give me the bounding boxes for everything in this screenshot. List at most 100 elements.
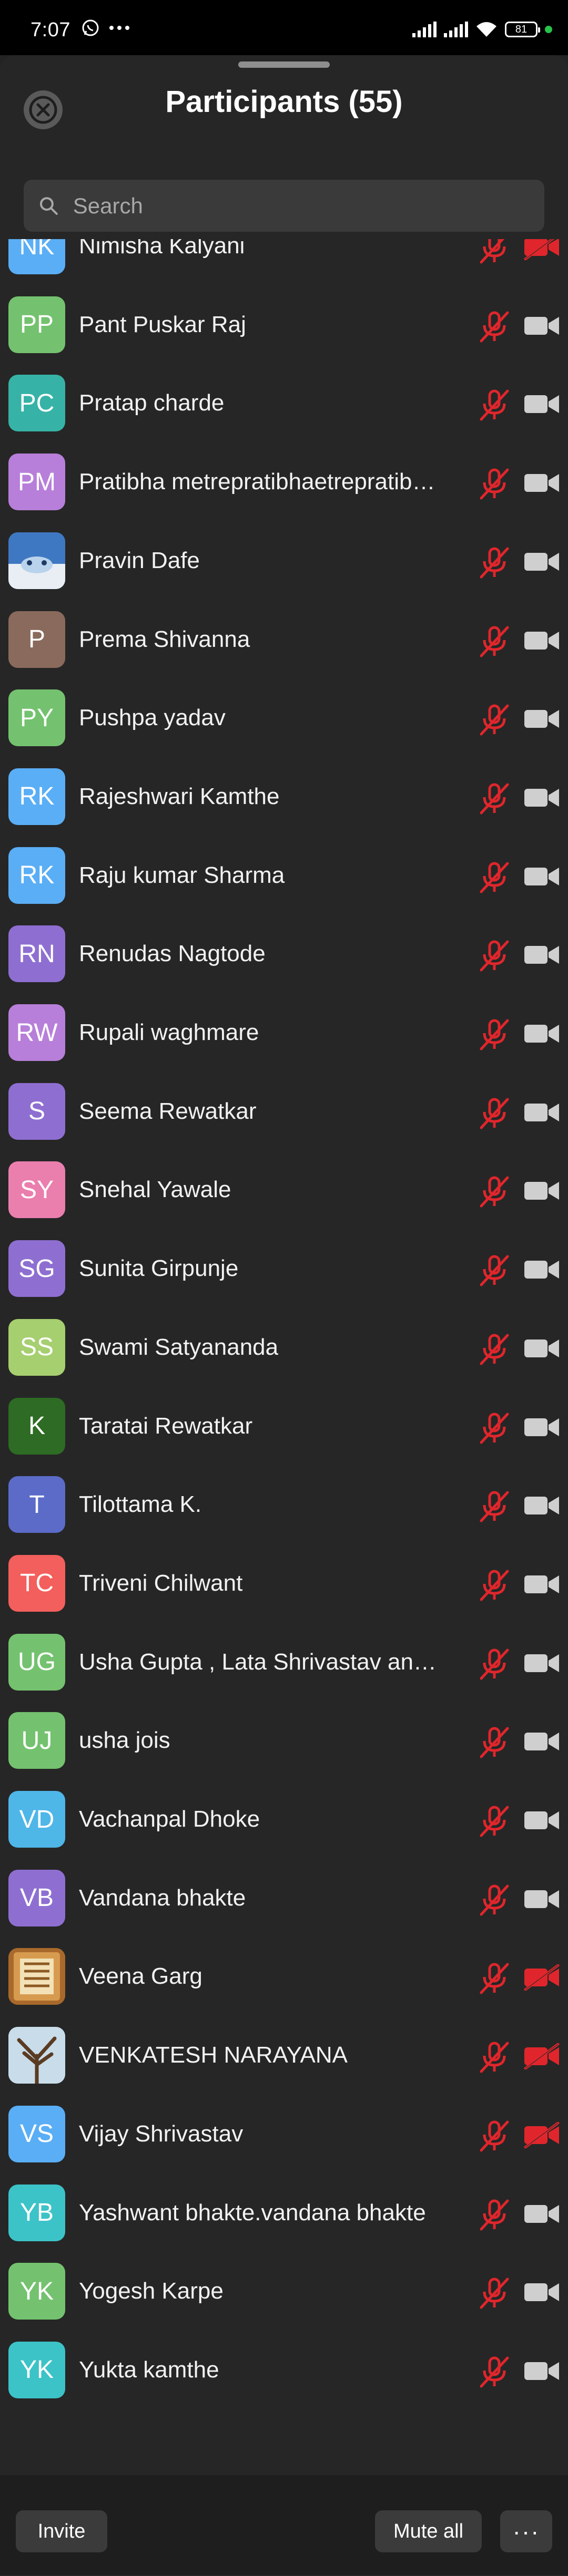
mic-muted-icon[interactable]: [476, 702, 513, 741]
camera-off-icon[interactable]: [523, 1964, 561, 1993]
mic-muted-icon[interactable]: [476, 780, 513, 820]
camera-icon[interactable]: [523, 942, 561, 971]
participant-row[interactable]: PY Pushpa yadav: [0, 679, 568, 758]
mic-muted-icon[interactable]: [476, 1960, 513, 2000]
mic-muted-icon[interactable]: [476, 1410, 513, 1449]
participant-row[interactable]: S Seema Rewatkar: [0, 1073, 568, 1152]
mic-muted-icon[interactable]: [476, 1724, 513, 1764]
avatar-initials: K: [8, 1397, 65, 1455]
mic-muted-icon[interactable]: [476, 308, 513, 348]
camera-icon[interactable]: [523, 1335, 561, 1364]
participant-row[interactable]: SS Swami Satyananda: [0, 1309, 568, 1388]
more-options-button[interactable]: ···: [500, 2510, 552, 2552]
participant-row[interactable]: UG Usha Gupta , Lata Shrivastav and…: [0, 1624, 568, 1703]
drag-handle[interactable]: [238, 61, 330, 68]
camera-icon[interactable]: [523, 1728, 561, 1757]
participant-row[interactable]: VB Vandana bhakte: [0, 1860, 568, 1939]
mic-muted-icon[interactable]: [476, 1173, 513, 1213]
mic-muted-icon[interactable]: [476, 239, 513, 269]
camera-icon[interactable]: [523, 863, 561, 892]
camera-icon[interactable]: [523, 785, 561, 813]
participant-name: Tilottama K.: [79, 1491, 202, 1518]
mic-muted-icon[interactable]: [476, 1095, 513, 1135]
camera-off-icon[interactable]: [523, 2121, 561, 2151]
camera-icon[interactable]: [523, 1807, 561, 1836]
mic-muted-icon[interactable]: [476, 1252, 513, 1292]
camera-icon[interactable]: [523, 2358, 561, 2387]
participant-row[interactable]: Pravin Dafe: [0, 522, 568, 601]
participant-row[interactable]: NK Nimisha Kalyani: [0, 239, 568, 286]
participant-list[interactable]: NK Nimisha Kalyani PP Pant Puskar Raj PC Prat…: [0, 239, 568, 2475]
mic-muted-icon[interactable]: [476, 387, 513, 426]
camera-icon[interactable]: [523, 1414, 561, 1443]
camera-icon[interactable]: [523, 470, 561, 499]
participant-row[interactable]: PM Pratibha metrepratibhaetrepratib…: [0, 444, 568, 522]
camera-icon[interactable]: [523, 627, 561, 656]
camera-icon[interactable]: [523, 549, 561, 578]
participant-row[interactable]: UJ usha jois: [0, 1702, 568, 1781]
mic-muted-icon[interactable]: [476, 2197, 513, 2236]
mic-muted-icon[interactable]: [476, 1016, 513, 1056]
camera-icon[interactable]: [523, 1256, 561, 1285]
participant-row[interactable]: Veena Garg: [0, 1938, 568, 2017]
camera-icon[interactable]: [523, 1571, 561, 1600]
mute-all-button[interactable]: Mute all: [375, 2510, 482, 2552]
participant-row[interactable]: RW Rupali waghmare: [0, 994, 568, 1073]
camera-icon[interactable]: [523, 1178, 561, 1207]
page-title: Participants (55): [165, 85, 403, 119]
participant-row[interactable]: YK Yogesh Karpe: [0, 2253, 568, 2332]
mic-muted-icon[interactable]: [476, 623, 513, 663]
participant-name: Vijay Shrivastav: [79, 2120, 244, 2147]
mic-muted-icon[interactable]: [476, 2039, 513, 2078]
search-input[interactable]: [72, 192, 544, 219]
mic-muted-icon[interactable]: [476, 466, 513, 505]
participant-row[interactable]: K Taratai Rewatkar: [0, 1388, 568, 1467]
camera-icon[interactable]: [523, 706, 561, 735]
invite-button[interactable]: Invite: [16, 2510, 107, 2552]
camera-icon[interactable]: [523, 2201, 561, 2230]
participant-row[interactable]: VD Vachanpal Dhoke: [0, 1781, 568, 1860]
camera-icon[interactable]: [523, 391, 561, 420]
participant-row[interactable]: YK Yukta kamthe: [0, 2332, 568, 2410]
signal-icon: [412, 22, 437, 37]
mic-muted-icon[interactable]: [476, 1646, 513, 1685]
participant-row[interactable]: TC Triveni Chilwant: [0, 1545, 568, 1624]
mic-muted-icon[interactable]: [476, 937, 513, 977]
camera-off-icon[interactable]: [523, 2043, 561, 2072]
mic-muted-icon[interactable]: [476, 2275, 513, 2314]
participant-row[interactable]: RK Rajeshwari Kamthe: [0, 758, 568, 837]
participant-row[interactable]: RN Renudas Nagtode: [0, 915, 568, 994]
mic-muted-icon[interactable]: [476, 1803, 513, 1842]
mic-muted-icon[interactable]: [476, 1488, 513, 1528]
camera-icon[interactable]: [523, 1099, 561, 1128]
search-bar[interactable]: [24, 180, 544, 232]
mic-muted-icon[interactable]: [476, 2118, 513, 2157]
avatar-initials: RN: [8, 925, 65, 983]
participant-row[interactable]: YB Yashwant bhakte.vandana bhakte: [0, 2175, 568, 2253]
mic-muted-icon[interactable]: [476, 2354, 513, 2393]
camera-icon[interactable]: [523, 313, 561, 342]
mic-muted-icon[interactable]: [476, 1567, 513, 1606]
participant-row[interactable]: T Tilottama K.: [0, 1466, 568, 1545]
mic-muted-icon[interactable]: [476, 1882, 513, 1921]
camera-icon[interactable]: [523, 1650, 561, 1679]
camera-icon[interactable]: [523, 1886, 561, 1915]
mic-muted-icon[interactable]: [476, 544, 513, 584]
camera-off-icon[interactable]: [523, 239, 561, 263]
participant-row[interactable]: VENKATESH NARAYANA: [0, 2017, 568, 2096]
participant-name: Swami Satyananda: [79, 1334, 279, 1360]
participant-row[interactable]: P Prema Shivanna: [0, 601, 568, 680]
participant-row[interactable]: SG Sunita Girpunje: [0, 1230, 568, 1309]
participant-row[interactable]: PP Pant Puskar Raj: [0, 286, 568, 365]
participant-row[interactable]: VS Vijay Shrivastav: [0, 2096, 568, 2175]
camera-icon[interactable]: [523, 2279, 561, 2308]
camera-icon[interactable]: [523, 1492, 561, 1521]
participant-row[interactable]: SY Snehal Yawale: [0, 1151, 568, 1230]
participant-row[interactable]: RK Raju kumar Sharma: [0, 837, 568, 916]
participant-name: Vachanpal Dhoke: [79, 1806, 260, 1832]
status-bar: 7:07 81: [0, 0, 568, 55]
mic-muted-icon[interactable]: [476, 859, 513, 899]
participant-row[interactable]: PC Pratap charde: [0, 365, 568, 444]
mic-muted-icon[interactable]: [476, 1331, 513, 1371]
camera-icon[interactable]: [523, 1021, 561, 1049]
